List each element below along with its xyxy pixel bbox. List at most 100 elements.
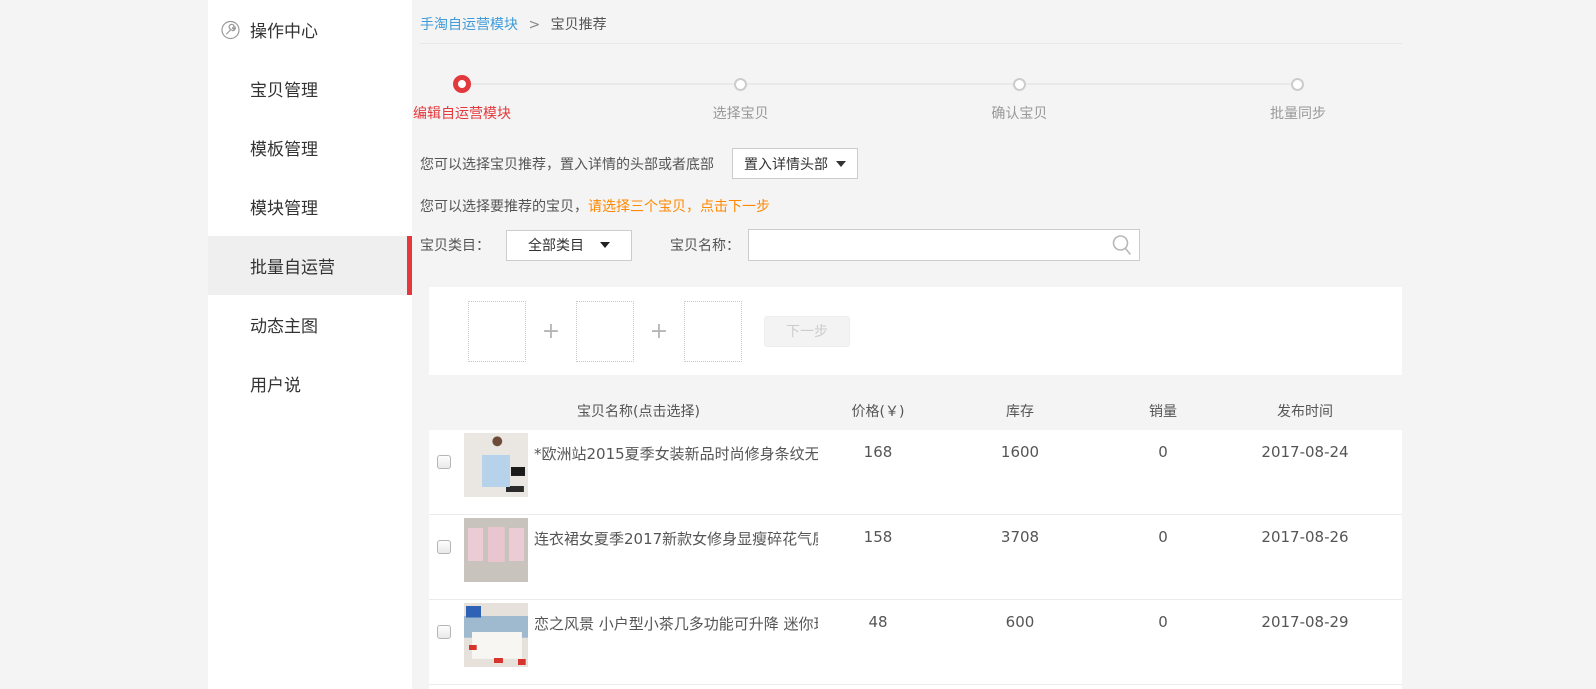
- step-circle-icon: [734, 78, 747, 91]
- empty-selection-slot-2[interactable]: [576, 301, 634, 362]
- sidebar: 操作中心 宝贝管理 模板管理 模块管理: [208, 0, 412, 689]
- sidebar-item-label: 操作中心: [250, 17, 318, 42]
- placement-instruction-row: 您可以选择宝贝推荐，置入详情的头部或者底部 置入详情头部: [420, 148, 858, 179]
- step-label: 批量同步: [1270, 103, 1326, 123]
- product-thumbnail-image[interactable]: [464, 603, 528, 667]
- empty-selection-slot-3[interactable]: [684, 301, 742, 362]
- table-body: *欧洲站2015夏季女装新品时尚修身条纹无袖背 168 1600 0 2017-…: [429, 430, 1402, 685]
- sidebar-item[interactable]: 动态主图: [208, 295, 412, 354]
- selection-instruction-highlight: 请选择三个宝贝，点击下一步: [588, 199, 770, 215]
- sidebar-item-label: 批量自运营: [250, 253, 335, 278]
- sidebar-item-label: 宝贝管理: [250, 76, 318, 101]
- table-header-row: 宝贝名称(点击选择) 价格(￥) 库存 销量 发布时间: [429, 391, 1402, 430]
- product-name-search-input[interactable]: [748, 229, 1140, 261]
- step-dot-wrap: [734, 74, 747, 94]
- placement-position-select[interactable]: 置入详情头部: [732, 148, 858, 179]
- row-select-cell: [429, 515, 459, 554]
- header-price: 价格(￥): [818, 401, 938, 421]
- header-product-name: 宝贝名称(点击选择): [459, 401, 818, 421]
- sidebar-item[interactable]: 操作中心: [208, 0, 412, 59]
- placement-instruction-text: 您可以选择宝贝推荐，置入详情的头部或者底部: [420, 154, 714, 174]
- selected-items-row: + + 下一步: [429, 287, 1402, 375]
- product-stock: 1600: [938, 430, 1102, 461]
- wrench-icon: [221, 20, 240, 39]
- plus-separator: +: [526, 319, 576, 344]
- header-stock: 库存: [938, 401, 1102, 421]
- main-content: 手淘自运营模块 > 宝贝推荐 编辑自运营模块 选择宝贝 确认宝贝 批量同步 您可…: [420, 0, 1402, 689]
- step: 编辑自运营模块: [413, 74, 511, 123]
- table-row[interactable]: 连衣裙女夏季2017新款女修身显瘦碎花气质喇 158 3708 0 2017-0…: [429, 515, 1402, 600]
- search-field-wrap: [748, 229, 1140, 261]
- sidebar-item[interactable]: 用户说: [208, 354, 412, 413]
- product-price: 48: [818, 600, 938, 631]
- product-publish-date: 2017-08-26: [1224, 515, 1386, 546]
- step-label: 选择宝贝: [713, 103, 769, 123]
- row-checkbox[interactable]: [437, 540, 451, 554]
- breadcrumb-current: 宝贝推荐: [551, 17, 607, 33]
- step-dot-wrap: [1013, 74, 1026, 94]
- step-circle-icon: [453, 75, 471, 93]
- breadcrumb-link[interactable]: 手淘自运营模块: [420, 17, 518, 33]
- row-name-cell: *欧洲站2015夏季女装新品时尚修身条纹无袖背: [459, 430, 818, 497]
- product-thumbnail-image[interactable]: [464, 433, 528, 497]
- next-step-button[interactable]: 下一步: [764, 316, 850, 347]
- category-select-value: 全部类目: [528, 235, 584, 255]
- product-stock: 3708: [938, 515, 1102, 546]
- breadcrumb-separator: >: [528, 17, 540, 33]
- step-label: 编辑自运营模块: [413, 103, 511, 123]
- row-checkbox[interactable]: [437, 625, 451, 639]
- step-dot-wrap: [453, 74, 471, 94]
- step-dot-wrap: [1291, 74, 1304, 94]
- product-publish-date: 2017-08-29: [1224, 600, 1386, 631]
- step-circle-icon: [1291, 78, 1304, 91]
- sidebar-item-label: 模块管理: [250, 194, 318, 219]
- sidebar-menu: 操作中心 宝贝管理 模板管理 模块管理: [208, 0, 412, 413]
- table-row[interactable]: *欧洲站2015夏季女装新品时尚修身条纹无袖背 168 1600 0 2017-…: [429, 430, 1402, 515]
- product-name[interactable]: 连衣裙女夏季2017新款女修身显瘦碎花气质喇: [534, 515, 818, 549]
- selected-items-card: + + 下一步: [429, 287, 1402, 375]
- step: 选择宝贝: [713, 74, 769, 123]
- breadcrumb-divider: [420, 43, 1402, 44]
- search-icon[interactable]: [1110, 233, 1134, 257]
- row-name-cell: 恋之风景 小户型小茶几多功能可升降 迷你现代: [459, 600, 818, 667]
- sidebar-item[interactable]: 模块管理: [208, 177, 412, 236]
- sidebar-item[interactable]: 模板管理: [208, 118, 412, 177]
- step: 确认宝贝: [991, 74, 1047, 123]
- chevron-down-icon: [836, 161, 846, 167]
- sidebar-item[interactable]: 宝贝管理: [208, 59, 412, 118]
- selection-instruction-row: 您可以选择要推荐的宝贝，请选择三个宝贝，点击下一步: [420, 196, 770, 216]
- step-progress: 编辑自运营模块 选择宝贝 确认宝贝 批量同步: [462, 74, 1298, 126]
- header-sales: 销量: [1102, 401, 1224, 421]
- product-name[interactable]: 恋之风景 小户型小茶几多功能可升降 迷你现代: [534, 600, 818, 634]
- category-select[interactable]: 全部类目: [506, 230, 632, 261]
- product-price: 168: [818, 430, 938, 461]
- selection-instruction-text: 您可以选择要推荐的宝贝，: [420, 199, 588, 215]
- chevron-down-icon: [600, 242, 610, 248]
- row-checkbox[interactable]: [437, 455, 451, 469]
- sidebar-item-label: 用户说: [250, 371, 301, 396]
- step-circle-icon: [1013, 78, 1026, 91]
- product-sales: 0: [1102, 430, 1224, 461]
- step-track-line: [462, 83, 1298, 85]
- header-publish-date: 发布时间: [1224, 401, 1386, 421]
- sidebar-item[interactable]: 批量自运营: [208, 236, 412, 295]
- sidebar-item-label: 动态主图: [250, 312, 318, 337]
- product-name[interactable]: *欧洲站2015夏季女装新品时尚修身条纹无袖背: [534, 430, 818, 464]
- product-thumbnail-image[interactable]: [464, 518, 528, 582]
- table-row[interactable]: 恋之风景 小户型小茶几多功能可升降 迷你现代 48 600 0 2017-08-…: [429, 600, 1402, 685]
- filter-row: 宝贝类目： 全部类目 宝贝名称：: [420, 229, 1140, 261]
- empty-selection-slot-1[interactable]: [468, 301, 526, 362]
- product-sales: 0: [1102, 515, 1224, 546]
- row-select-cell: [429, 600, 459, 639]
- product-price: 158: [818, 515, 938, 546]
- row-name-cell: 连衣裙女夏季2017新款女修身显瘦碎花气质喇: [459, 515, 818, 582]
- placement-position-value: 置入详情头部: [744, 154, 828, 174]
- row-select-cell: [429, 430, 459, 469]
- plus-separator: +: [634, 319, 684, 344]
- product-table-card: 宝贝名称(点击选择) 价格(￥) 库存 销量 发布时间 *欧洲站2015夏季女装…: [429, 391, 1402, 689]
- product-sales: 0: [1102, 600, 1224, 631]
- category-filter-label: 宝贝类目：: [420, 235, 490, 255]
- sidebar-item-label: 模板管理: [250, 135, 318, 160]
- name-filter-label: 宝贝名称：: [670, 235, 740, 255]
- step-label: 确认宝贝: [991, 103, 1047, 123]
